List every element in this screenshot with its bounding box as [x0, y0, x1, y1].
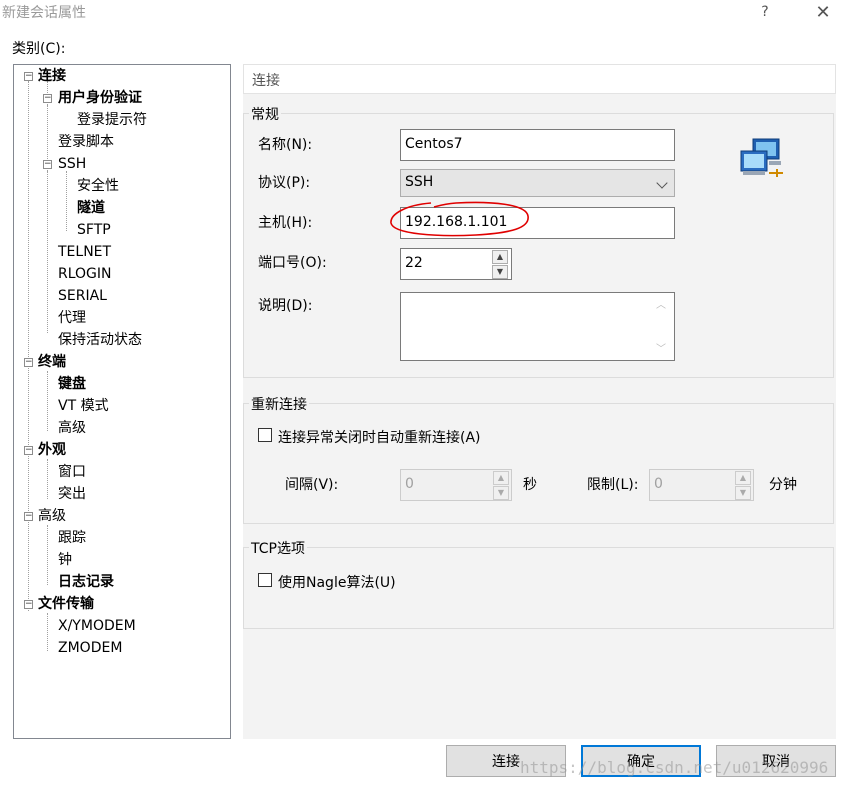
- collapse-toggle-icon[interactable]: −: [43, 160, 52, 169]
- tree-line: [47, 613, 48, 651]
- limit-spin-up-button: ▲: [735, 471, 751, 485]
- tcp-options-group-title: TCP选项: [249, 538, 307, 558]
- interval-unit: 秒: [523, 477, 537, 493]
- tree-line: [66, 171, 67, 231]
- interval-spin-down-button: ▼: [493, 486, 509, 500]
- tree-item-security[interactable]: 安全性: [77, 176, 119, 196]
- panel-header: 连接: [243, 64, 836, 94]
- collapse-toggle-icon[interactable]: −: [24, 358, 33, 367]
- nagle-label[interactable]: 使用Nagle算法(U): [278, 572, 396, 592]
- protocol-select[interactable]: SSH: [400, 169, 675, 197]
- tree-line: [47, 371, 48, 431]
- tree-item-login-prompts[interactable]: 登录提示符: [77, 110, 147, 130]
- category-label: 类别(C):: [12, 41, 66, 57]
- port-spin-up-button[interactable]: ▲: [492, 250, 508, 264]
- port-spin-down-button[interactable]: ▼: [492, 265, 508, 279]
- interval-value: 0: [405, 476, 414, 492]
- protocol-label: 协议(P):: [258, 175, 311, 191]
- watermark-text: https://blog.csdn.net/u012620996: [520, 758, 829, 777]
- tree-item-window[interactable]: 窗口: [58, 462, 86, 482]
- tree-item-connection[interactable]: 连接: [38, 66, 66, 86]
- tree-line: [47, 459, 48, 499]
- interval-label: 间隔(V):: [285, 477, 339, 493]
- reconnect-group-title: 重新连接: [249, 394, 309, 414]
- tree-item-serial[interactable]: SERIAL: [58, 286, 107, 306]
- auto-reconnect-checkbox[interactable]: [258, 428, 272, 442]
- limit-value: 0: [654, 476, 663, 492]
- tree-item-advanced[interactable]: 高级: [38, 506, 66, 526]
- general-group-title: 常规: [249, 104, 281, 124]
- tree-line: [28, 81, 29, 611]
- chevron-down-icon: [656, 177, 668, 189]
- tree-item-highlight[interactable]: 突出: [58, 484, 86, 504]
- tree-line: [47, 171, 48, 237]
- tree-item-telnet[interactable]: TELNET: [58, 242, 111, 262]
- tree-item-tunneling[interactable]: 隧道: [77, 198, 105, 218]
- tree-item-appearance[interactable]: 外观: [38, 440, 66, 460]
- tree-item-zmodem[interactable]: ZMODEM: [58, 638, 122, 658]
- description-textarea[interactable]: [400, 292, 675, 361]
- help-button[interactable]: ?: [745, 0, 785, 24]
- collapse-toggle-icon[interactable]: −: [43, 94, 52, 103]
- name-label: 名称(N):: [258, 137, 313, 153]
- name-input[interactable]: Centos7: [400, 129, 675, 161]
- tree-item-vt-mode[interactable]: VT 模式: [58, 396, 109, 416]
- nagle-checkbox[interactable]: [258, 573, 272, 587]
- limit-unit: 分钟: [769, 477, 797, 493]
- collapse-toggle-icon[interactable]: −: [24, 446, 33, 455]
- tree-line: [47, 525, 48, 585]
- host-label: 主机(H):: [258, 215, 313, 231]
- collapse-toggle-icon[interactable]: −: [24, 600, 33, 609]
- tree-item-bell[interactable]: 钟: [58, 550, 72, 570]
- collapse-toggle-icon[interactable]: −: [24, 72, 33, 81]
- port-value: 22: [405, 255, 423, 271]
- tree-item-keyboard[interactable]: 键盘: [58, 374, 86, 394]
- description-label: 说明(D):: [258, 298, 313, 314]
- tree-item-terminal[interactable]: 终端: [38, 352, 66, 372]
- tree-item-keep-alive[interactable]: 保持活动状态: [58, 330, 142, 350]
- tree-item-file-transfer[interactable]: 文件传输: [38, 594, 94, 614]
- tree-item-rlogin[interactable]: RLOGIN: [58, 264, 112, 284]
- collapse-toggle-icon[interactable]: −: [24, 512, 33, 521]
- close-button[interactable]: ✕: [803, 0, 843, 24]
- tree-item-ssh[interactable]: SSH: [58, 154, 86, 174]
- red-annotation-circle: [390, 201, 529, 237]
- limit-spin-down-button: ▼: [735, 486, 751, 500]
- limit-label: 限制(L):: [587, 477, 639, 493]
- interval-spin-up-button: ▲: [493, 471, 509, 485]
- window-title: 新建会话属性: [2, 5, 86, 21]
- tree-item-proxy[interactable]: 代理: [58, 308, 86, 328]
- scroll-down-icon[interactable]: ﹀: [656, 340, 666, 355]
- tree-item-trace[interactable]: 跟踪: [58, 528, 86, 548]
- tree-item-login-script[interactable]: 登录脚本: [58, 132, 114, 152]
- scroll-up-icon[interactable]: ︿: [656, 296, 666, 311]
- auto-reconnect-label[interactable]: 连接异常关闭时自动重新连接(A): [278, 427, 481, 447]
- tree-item-sftp[interactable]: SFTP: [77, 220, 111, 240]
- port-label: 端口号(O):: [258, 255, 327, 271]
- network-computers-icon: [740, 138, 783, 177]
- category-tree[interactable]: − 连接 − 用户身份验证 登录提示符 登录脚本 − SSH 安全性 隧道 SF…: [13, 64, 231, 739]
- tree-item-logging[interactable]: 日志记录: [58, 572, 114, 592]
- protocol-select-value: SSH: [405, 174, 434, 190]
- reconnect-group: [243, 403, 834, 524]
- tree-item-terminal-advanced[interactable]: 高级: [58, 418, 86, 438]
- tree-item-user-auth[interactable]: 用户身份验证: [58, 88, 142, 108]
- title-bar: 新建会话属性 ? ✕: [0, 0, 852, 24]
- tree-item-xymodem[interactable]: X/YMODEM: [58, 616, 136, 636]
